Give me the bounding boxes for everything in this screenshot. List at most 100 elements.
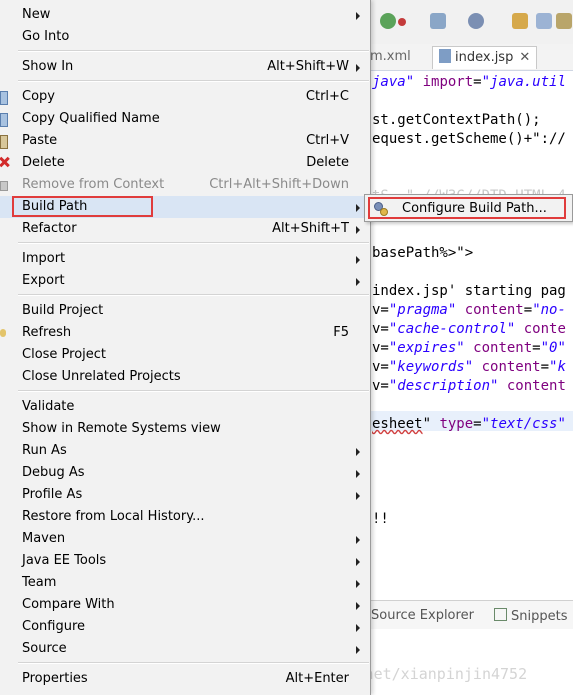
menu-item-label: Delete — [22, 155, 65, 170]
open-folder-icon[interactable] — [512, 13, 528, 29]
menu-item-label: Copy Qualified Name — [22, 111, 160, 126]
tab-pom-xml[interactable]: m.xml — [370, 46, 411, 68]
menu-item-go-into[interactable]: Go Into — [0, 26, 369, 48]
server-icon[interactable] — [468, 13, 484, 29]
menu-item-copy-qualified-name[interactable]: Copy Qualified Name — [0, 108, 369, 130]
tab-label: Snippets — [511, 609, 568, 624]
menu-item-label: Refactor — [22, 221, 77, 236]
code-editor[interactable]: java" import="java.util st.getContextPat… — [364, 70, 573, 580]
code-line: v="expires" content="0" — [372, 340, 566, 356]
submenu-arrow-icon — [356, 226, 360, 234]
bottom-view-tabs: Source Explorer Snippets — [364, 600, 573, 629]
menu-item-label: Source — [22, 641, 67, 656]
snippets-icon — [494, 608, 507, 621]
menu-item-label: Paste — [22, 133, 58, 148]
menu-item-show-remote-systems[interactable]: Show in Remote Systems view — [0, 418, 369, 440]
menu-item-paste[interactable]: Paste Ctrl+V — [0, 130, 369, 152]
open-type-icon[interactable] — [536, 13, 552, 29]
tab-label: Source Explorer — [371, 608, 474, 623]
menu-separator — [18, 80, 369, 82]
submenu-arrow-icon — [356, 646, 360, 654]
code-line: equest.getScheme()+":// — [372, 131, 566, 147]
configure-build-path-icon — [374, 202, 388, 216]
menu-item-label: Show in Remote Systems view — [22, 421, 221, 436]
tab-source-explorer[interactable]: Source Explorer — [371, 608, 474, 623]
menu-item-remove-from-context: Remove from Context Ctrl+Alt+Shift+Down — [0, 174, 369, 196]
menu-item-configure-build-path[interactable]: Configure Build Path... — [368, 197, 566, 219]
submenu-arrow-icon — [356, 448, 360, 456]
menu-separator — [18, 662, 369, 664]
menu-item-delete[interactable]: Delete Delete — [0, 152, 369, 174]
menu-item-debug-as[interactable]: Debug As — [0, 462, 369, 484]
menu-item-import[interactable]: Import — [0, 248, 369, 270]
shortcut-label: Alt+Shift+W — [267, 59, 349, 74]
jsp-file-icon — [439, 49, 451, 63]
menu-item-show-in[interactable]: Show In Alt+Shift+W — [0, 56, 369, 78]
menu-item-export[interactable]: Export — [0, 270, 369, 292]
submenu-arrow-icon — [356, 204, 360, 212]
new-wizard-icon[interactable] — [430, 13, 446, 29]
menu-item-label: New — [22, 7, 51, 22]
menu-item-configure[interactable]: Configure — [0, 616, 369, 638]
menu-item-refresh[interactable]: Refresh F5 — [0, 322, 369, 344]
menu-item-label: Import — [22, 251, 66, 266]
menu-item-label: Close Project — [22, 347, 107, 362]
code-line: v="pragma" content="no- — [372, 302, 566, 318]
submenu-arrow-icon — [356, 580, 360, 588]
menu-item-refactor[interactable]: Refactor Alt+Shift+T — [0, 218, 369, 240]
submenu-arrow-icon — [356, 256, 360, 264]
menu-item-build-project[interactable]: Build Project — [0, 300, 369, 322]
menu-item-close-unrelated-projects[interactable]: Close Unrelated Projects — [0, 366, 369, 388]
menu-item-close-project[interactable]: Close Project — [0, 344, 369, 366]
menu-item-team[interactable]: Team — [0, 572, 369, 594]
shortcut-label: Delete — [306, 155, 349, 170]
menu-item-properties[interactable]: Properties Alt+Enter — [0, 668, 369, 690]
copy-qualified-icon — [0, 113, 8, 127]
code-line: esheet" type="text/css" — [372, 416, 566, 432]
submenu-arrow-icon — [356, 12, 360, 20]
menu-item-source[interactable]: Source — [0, 638, 369, 660]
submenu-arrow-icon — [356, 278, 360, 286]
open-resource-icon[interactable] — [556, 13, 572, 29]
close-icon[interactable]: ✕ — [519, 50, 530, 65]
menu-item-run-as[interactable]: Run As — [0, 440, 369, 462]
code-line: basePath%>"> — [372, 245, 474, 261]
menu-item-compare-with[interactable]: Compare With — [0, 594, 369, 616]
remove-context-icon — [0, 181, 8, 191]
run-icon[interactable] — [380, 13, 396, 29]
menu-item-label: Profile As — [22, 487, 83, 502]
menu-item-label: Compare With — [22, 597, 115, 612]
shortcut-label: Alt+Shift+T — [272, 221, 349, 236]
menu-item-label: Close Unrelated Projects — [22, 369, 181, 384]
menu-item-profile-as[interactable]: Profile As — [0, 484, 369, 506]
menu-item-label: Properties — [22, 671, 88, 686]
tab-snippets[interactable]: Snippets — [494, 608, 567, 624]
shortcut-label: Ctrl+Alt+Shift+Down — [209, 177, 349, 192]
menu-item-new[interactable]: New — [0, 4, 369, 26]
menu-item-label: Copy — [22, 89, 55, 104]
menu-item-java-ee-tools[interactable]: Java EE Tools — [0, 550, 369, 572]
menu-item-label: Run As — [22, 443, 67, 458]
submenu-arrow-icon — [356, 624, 360, 632]
menu-item-label: Export — [22, 273, 65, 288]
code-line: index.jsp' starting pag — [372, 283, 566, 299]
submenu-arrow-icon — [356, 536, 360, 544]
menu-separator — [18, 242, 369, 244]
code-line: !! — [372, 511, 389, 527]
tab-index-jsp[interactable]: index.jsp ✕ — [432, 46, 538, 69]
menu-item-label: Refresh — [22, 325, 72, 340]
menu-separator — [18, 50, 369, 52]
submenu-arrow-icon — [356, 470, 360, 478]
menu-separator — [18, 294, 369, 296]
menu-item-label: Java EE Tools — [22, 553, 107, 568]
menu-item-restore-local-history[interactable]: Restore from Local History... — [0, 506, 369, 528]
menu-item-label: Debug As — [22, 465, 85, 480]
code-line: st.getContextPath(); — [372, 112, 541, 128]
menu-item-maven[interactable]: Maven — [0, 528, 369, 550]
menu-item-validate[interactable]: Validate — [0, 396, 369, 418]
stop-icon[interactable] — [398, 18, 406, 26]
menu-item-copy[interactable]: Copy Ctrl+C — [0, 86, 369, 108]
menu-item-label: Restore from Local History... — [22, 509, 205, 524]
menu-item-label: Go Into — [22, 29, 70, 44]
code-line: v="description" content — [372, 378, 566, 394]
